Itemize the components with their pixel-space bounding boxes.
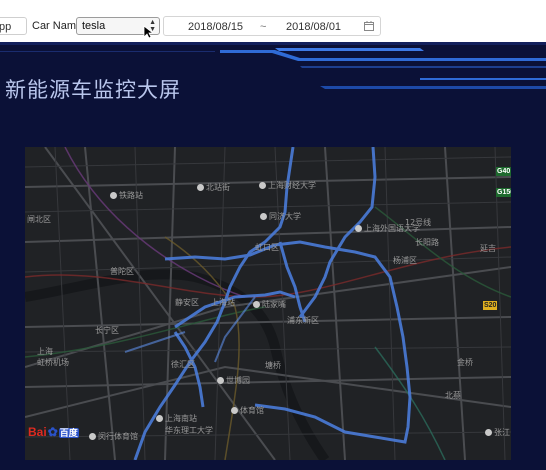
map-label: 普陀区 <box>110 267 134 276</box>
road-sign: G40 <box>496 167 511 176</box>
map-label: 铁路站 <box>110 190 143 201</box>
poi-icon <box>89 433 96 440</box>
map-label: 长宁区 <box>95 326 119 335</box>
map-label: 世博园 <box>217 375 250 386</box>
road-sign: S20 <box>483 301 498 310</box>
app-field[interactable]: pp <box>0 17 27 35</box>
poi-icon <box>259 182 266 189</box>
mouse-cursor-icon <box>143 25 153 39</box>
map-label: 同济大学 <box>260 211 301 222</box>
poi-icon <box>485 429 492 436</box>
monitor-dashboard: 新能源车监控大屏 铁路站 北站街 上海财经大学 同济大学 虹口区 上海外国语大学… <box>0 42 546 470</box>
map-label: 闸北区 <box>27 215 51 224</box>
map-view[interactable]: 铁路站 北站街 上海财经大学 同济大学 虹口区 上海外国语大学 闸北区 普陀区 … <box>25 147 511 460</box>
map-label: 上海 <box>37 347 53 356</box>
map-label: 上海站 <box>211 298 235 307</box>
poi-icon <box>197 184 204 191</box>
map-label: 金桥 <box>457 358 473 367</box>
toolbar: pp Car Name: tesla ▲ ▼ 2018/08/15 ~ 2018/… <box>0 0 546 42</box>
map-label: 杨浦区 <box>393 256 417 265</box>
poi-icon <box>231 407 238 414</box>
date-range-picker[interactable]: 2018/08/15 ~ 2018/08/01 <box>163 16 381 36</box>
map-label: 徐汇区 <box>171 360 195 369</box>
date-end[interactable]: 2018/08/01 <box>286 21 341 33</box>
map-label: 12号线 <box>405 218 432 227</box>
map-label: 长阳路 <box>415 238 439 247</box>
map-label: 塘桥 <box>265 361 281 370</box>
map-label: 北站街 <box>197 182 230 193</box>
poi-icon <box>260 213 267 220</box>
map-label: 闵行体育馆 <box>89 431 138 442</box>
poi-icon <box>217 377 224 384</box>
paw-icon: ✿ <box>47 425 58 439</box>
poi-icon <box>156 415 163 422</box>
map-label: 静安区 <box>175 298 199 307</box>
map-label: 张江 <box>485 427 510 438</box>
poi-icon <box>355 225 362 232</box>
car-name-select-value: tesla <box>82 20 106 32</box>
dashboard-title: 新能源车监控大屏 <box>5 78 181 102</box>
poi-icon <box>110 192 117 199</box>
map-label: 上海南站 <box>156 413 197 424</box>
date-start[interactable]: 2018/08/15 <box>188 21 243 33</box>
map-label: 上海财经大学 <box>259 180 316 191</box>
map-label: 延吉 <box>480 244 496 253</box>
calendar-icon[interactable] <box>364 21 374 31</box>
map-label: 陆家嘴 <box>253 299 286 310</box>
map-label: 浦东新区 <box>287 316 319 325</box>
baidu-logo: Bai✿ 百度 <box>28 425 79 439</box>
date-separator: ~ <box>260 21 267 33</box>
map-label: 北蔡 <box>445 391 461 400</box>
map-label: 虹口区 <box>255 243 279 252</box>
map-label: 华东理工大学 <box>165 426 213 435</box>
road-sign: G1501 <box>496 188 511 197</box>
poi-icon <box>253 301 260 308</box>
map-label: 体育馆 <box>231 405 264 416</box>
map-label: 虹桥机场 <box>37 358 69 367</box>
